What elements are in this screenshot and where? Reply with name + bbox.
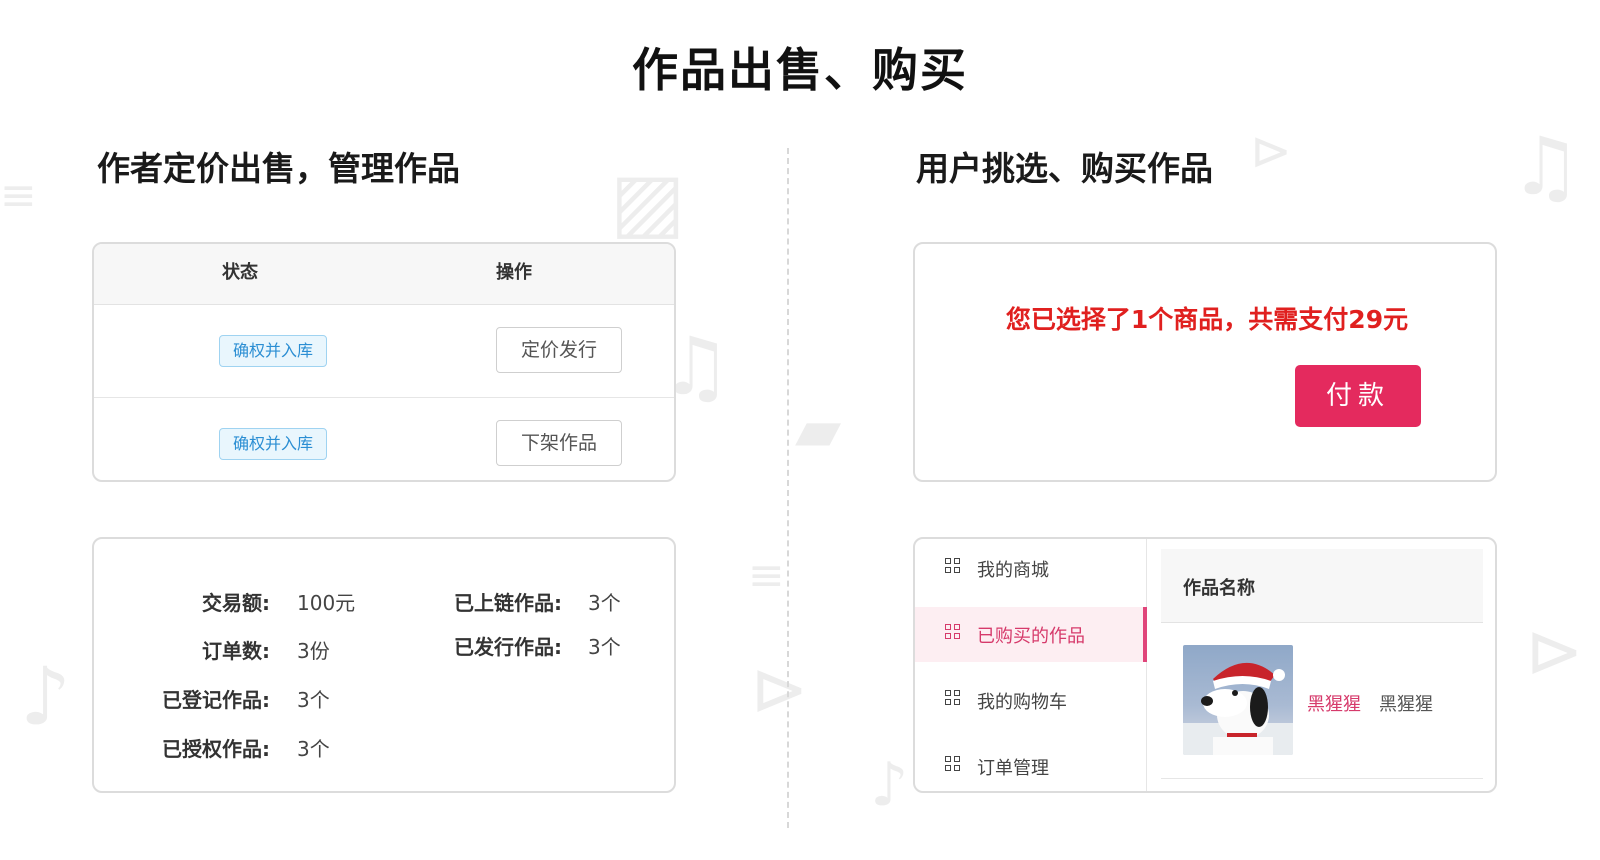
menu-item-label: 我的购物车	[977, 692, 1067, 713]
pay-button[interactable]: 付款	[1295, 365, 1421, 427]
authorized-works-value: 3个	[297, 737, 330, 761]
registered-works-label: 已登记作品:	[162, 688, 270, 712]
menu-item-label: 我的商城	[977, 560, 1049, 581]
trade-amount-value: 100元	[297, 591, 356, 615]
order-count-value: 3份	[297, 639, 330, 663]
menu-item-label: 已购买的作品	[977, 626, 1085, 647]
works-table-card: 状态 操作 确权并入库 定价发行 确权并入库 下架作品	[92, 242, 676, 482]
registered-works-value: 3个	[297, 688, 330, 712]
book-icon: ▰	[795, 395, 842, 465]
payment-summary: 您已选择了1个商品，共需支付29元	[1005, 305, 1409, 334]
table-row: 确权并入库 定价发行	[94, 305, 674, 398]
grid-icon	[945, 690, 961, 706]
music-note-icon: ♪	[870, 750, 909, 820]
onchain-works-label: 已上链作品:	[454, 591, 562, 615]
unpublish-button[interactable]: 下架作品	[496, 420, 622, 466]
menu-item-purchased-works[interactable]: 已购买的作品	[915, 607, 1147, 662]
left-section-title: 作者定价出售，管理作品	[97, 149, 460, 188]
onchain-works-value: 3个	[588, 591, 621, 615]
work-author: 黑猩猩	[1379, 694, 1433, 715]
table-header: 状态 操作	[94, 244, 674, 305]
action-column-header: 操作	[496, 262, 532, 283]
works-table-header: 作品名称	[1161, 549, 1483, 623]
table-row[interactable]: 黑猩猩 黑猩猩	[1161, 623, 1483, 779]
work-thumbnail[interactable]	[1183, 645, 1293, 755]
work-name-link[interactable]: 黑猩猩	[1307, 690, 1361, 716]
snoopy-image	[1183, 662, 1293, 755]
store-card: 我的商城 已购买的作品 我的购物车 订单管理 作品名称 黑猩猩 黑猩猩	[913, 537, 1497, 793]
grid-icon	[945, 756, 961, 772]
table-row: 确权并入库 下架作品	[94, 398, 674, 480]
right-section-title: 用户挑选、购买作品	[916, 149, 1213, 188]
menu-item-label: 订单管理	[977, 758, 1049, 779]
status-badge: 确权并入库	[219, 428, 327, 460]
published-works-label: 已发行作品:	[454, 635, 562, 659]
menu-item-order-management[interactable]: 订单管理	[915, 739, 1147, 791]
set-price-publish-button[interactable]: 定价发行	[496, 327, 622, 373]
list-icon: ≡	[748, 550, 785, 601]
stats-card: 交易额: 100元 订单数: 3份 已登记作品: 3个 已授权作品: 3个 已上…	[92, 537, 676, 793]
play-icon: ⊳	[750, 648, 809, 730]
image-icon: ▨	[610, 155, 686, 248]
payment-card: 您已选择了1个商品，共需支付29元 付款	[913, 242, 1497, 482]
music-note-icon: ♫	[1510, 120, 1582, 213]
status-column-header: 状态	[222, 262, 258, 283]
grid-icon	[945, 558, 961, 574]
section-divider	[787, 148, 789, 828]
page-title: 作品出售、购买	[632, 43, 968, 97]
store-menu: 我的商城 已购买的作品 我的购物车 订单管理	[915, 539, 1147, 791]
music-note-icon: ♪	[20, 650, 72, 743]
work-name-column-header: 作品名称	[1183, 578, 1255, 599]
play-icon: ⊳	[1525, 610, 1584, 692]
grid-icon	[945, 624, 961, 640]
status-badge: 确权并入库	[219, 335, 327, 367]
menu-item-cart[interactable]: 我的购物车	[915, 673, 1147, 728]
list-icon: ≡	[0, 170, 37, 221]
play-icon: ⊳	[1250, 122, 1292, 180]
published-works-value: 3个	[588, 635, 621, 659]
order-count-label: 订单数:	[202, 639, 270, 663]
trade-amount-label: 交易额:	[202, 591, 270, 615]
menu-item-my-store[interactable]: 我的商城	[915, 541, 1147, 596]
authorized-works-label: 已授权作品:	[162, 737, 270, 761]
